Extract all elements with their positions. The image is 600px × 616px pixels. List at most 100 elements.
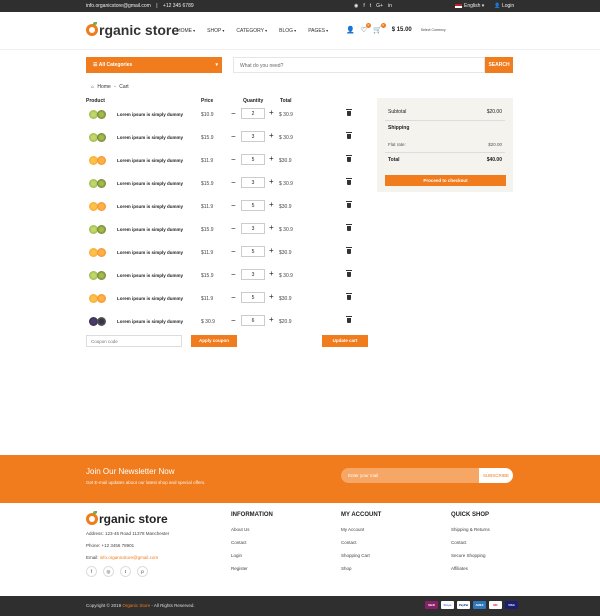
footer-link[interactable]: About Us xyxy=(231,527,273,532)
quantity-input[interactable]: 5 xyxy=(241,154,265,165)
trash-icon[interactable] xyxy=(346,201,352,208)
product-thumbnail[interactable] xyxy=(88,246,108,259)
qty-decrease-button[interactable]: − xyxy=(231,248,236,256)
quantity-input[interactable]: 5 xyxy=(241,292,265,303)
trash-icon[interactable] xyxy=(346,224,352,231)
nav-shop[interactable]: SHOP xyxy=(207,28,224,34)
quantity-input[interactable]: 3 xyxy=(241,269,265,280)
currency-select[interactable]: Select Currency xyxy=(421,28,446,32)
quantity-input[interactable]: 2 xyxy=(241,108,265,119)
quantity-input[interactable]: 3 xyxy=(241,223,265,234)
qty-increase-button[interactable]: + xyxy=(269,109,274,117)
footer-link[interactable]: Contact xyxy=(231,540,273,545)
instagram-icon[interactable]: ◎ xyxy=(103,566,114,577)
quantity-input[interactable]: 5 xyxy=(241,246,265,257)
top-phone[interactable]: +12 345 6789 xyxy=(163,3,194,9)
trash-icon[interactable] xyxy=(346,178,352,185)
product-name[interactable]: Lorem ipsum is simply dummy xyxy=(117,204,183,209)
user-icon[interactable]: 👤 xyxy=(346,26,355,34)
qty-increase-button[interactable]: + xyxy=(269,155,274,163)
breadcrumb-home[interactable]: Home xyxy=(97,84,110,90)
search-input[interactable]: What do you need? xyxy=(233,57,485,73)
product-thumbnail[interactable] xyxy=(88,292,108,305)
footer-link[interactable]: My Account xyxy=(341,527,381,532)
footer-email[interactable]: info.organicstore@gmail.com xyxy=(100,555,158,560)
footer-logo[interactable]: rganic store xyxy=(86,511,168,526)
footer-link[interactable]: Login xyxy=(231,553,273,558)
qty-decrease-button[interactable]: − xyxy=(231,294,236,302)
quantity-input[interactable]: 6 xyxy=(241,315,265,326)
trash-icon[interactable] xyxy=(346,132,352,139)
nav-pages[interactable]: PAGES xyxy=(308,28,328,34)
qty-decrease-button[interactable]: − xyxy=(231,225,236,233)
product-thumbnail[interactable] xyxy=(88,154,108,167)
trash-icon[interactable] xyxy=(346,247,352,254)
product-name[interactable]: Lorem ipsum is simply dummy xyxy=(117,181,183,186)
quantity-input[interactable]: 3 xyxy=(241,177,265,188)
language-select[interactable]: English ▾ xyxy=(455,3,484,9)
twitter-icon[interactable]: t xyxy=(370,3,371,9)
footer-link[interactable]: Shop xyxy=(341,566,381,571)
login-link[interactable]: 👤 Login xyxy=(494,3,514,9)
footer-link[interactable]: Secure Shopping xyxy=(451,553,490,558)
product-thumbnail[interactable] xyxy=(88,200,108,213)
quantity-input[interactable]: 5 xyxy=(241,200,265,211)
coupon-input[interactable]: Coupon code xyxy=(86,335,182,347)
top-email[interactable]: info.organicstore@gmail.com xyxy=(86,3,151,9)
product-thumbnail[interactable] xyxy=(88,177,108,190)
qty-increase-button[interactable]: + xyxy=(269,224,274,232)
qty-increase-button[interactable]: + xyxy=(269,247,274,255)
trash-icon[interactable] xyxy=(346,293,352,300)
footer-link[interactable]: Shipping & Returns xyxy=(451,527,490,532)
product-name[interactable]: Lorem ipsum is simply dummy xyxy=(117,250,183,255)
linkedin-icon[interactable]: in xyxy=(388,3,392,9)
qty-decrease-button[interactable]: − xyxy=(231,179,236,187)
nav-home[interactable]: HOME xyxy=(177,28,195,34)
product-thumbnail[interactable] xyxy=(88,315,108,328)
facebook-icon[interactable]: f xyxy=(86,566,97,577)
qty-decrease-button[interactable]: − xyxy=(231,133,236,141)
product-thumbnail[interactable] xyxy=(88,108,108,121)
cart-icon[interactable]: 🛒 0 xyxy=(373,23,386,34)
qty-decrease-button[interactable]: − xyxy=(231,110,236,118)
qty-increase-button[interactable]: + xyxy=(269,178,274,186)
product-name[interactable]: Lorem ipsum is simply dummy xyxy=(117,227,183,232)
all-categories-button[interactable]: ☰ All Categories ▾ xyxy=(86,57,222,73)
qty-decrease-button[interactable]: − xyxy=(231,317,236,325)
trash-icon[interactable] xyxy=(346,109,352,116)
footer-link[interactable]: Shopping Cart xyxy=(341,553,381,558)
trash-icon[interactable] xyxy=(346,270,352,277)
product-name[interactable]: Lorem ipsum is simply dummy xyxy=(117,112,183,117)
qty-increase-button[interactable]: + xyxy=(269,270,274,278)
qty-increase-button[interactable]: + xyxy=(269,293,274,301)
qty-increase-button[interactable]: + xyxy=(269,201,274,209)
footer-link[interactable]: Contact xyxy=(451,540,490,545)
product-name[interactable]: Lorem ipsum is simply dummy xyxy=(117,273,183,278)
quantity-input[interactable]: 3 xyxy=(241,131,265,142)
qty-increase-button[interactable]: + xyxy=(269,316,274,324)
product-name[interactable]: Lorem ipsum is simply dummy xyxy=(117,135,183,140)
apply-coupon-button[interactable]: Apply coupon xyxy=(191,335,237,347)
pinterest-icon[interactable]: p xyxy=(137,566,148,577)
product-name[interactable]: Lorem ipsum is simply dummy xyxy=(117,319,183,324)
product-thumbnail[interactable] xyxy=(88,131,108,144)
product-name[interactable]: Lorem ipsum is simply dummy xyxy=(117,158,183,163)
instagram-icon[interactable]: ◉ xyxy=(354,3,358,9)
product-thumbnail[interactable] xyxy=(88,269,108,282)
newsletter-email-input[interactable]: Enter your mail xyxy=(341,468,479,483)
qty-increase-button[interactable]: + xyxy=(269,132,274,140)
logo[interactable]: rganic store xyxy=(86,22,179,38)
qty-decrease-button[interactable]: − xyxy=(231,202,236,210)
footer-link[interactable]: Register xyxy=(231,566,273,571)
product-thumbnail[interactable] xyxy=(88,223,108,236)
nav-category[interactable]: CATEGORY xyxy=(236,28,267,34)
qty-decrease-button[interactable]: − xyxy=(231,156,236,164)
trash-icon[interactable] xyxy=(346,155,352,162)
update-cart-button[interactable]: Update cart xyxy=(322,335,368,347)
subscribe-button[interactable]: SUBSCRIBE xyxy=(479,468,513,483)
twitter-icon[interactable]: t xyxy=(120,566,131,577)
google-plus-icon[interactable]: G+ xyxy=(376,3,383,9)
qty-decrease-button[interactable]: − xyxy=(231,271,236,279)
wishlist-icon[interactable]: ♡ 0 xyxy=(361,23,371,34)
search-button[interactable]: SEARCH xyxy=(485,57,513,73)
